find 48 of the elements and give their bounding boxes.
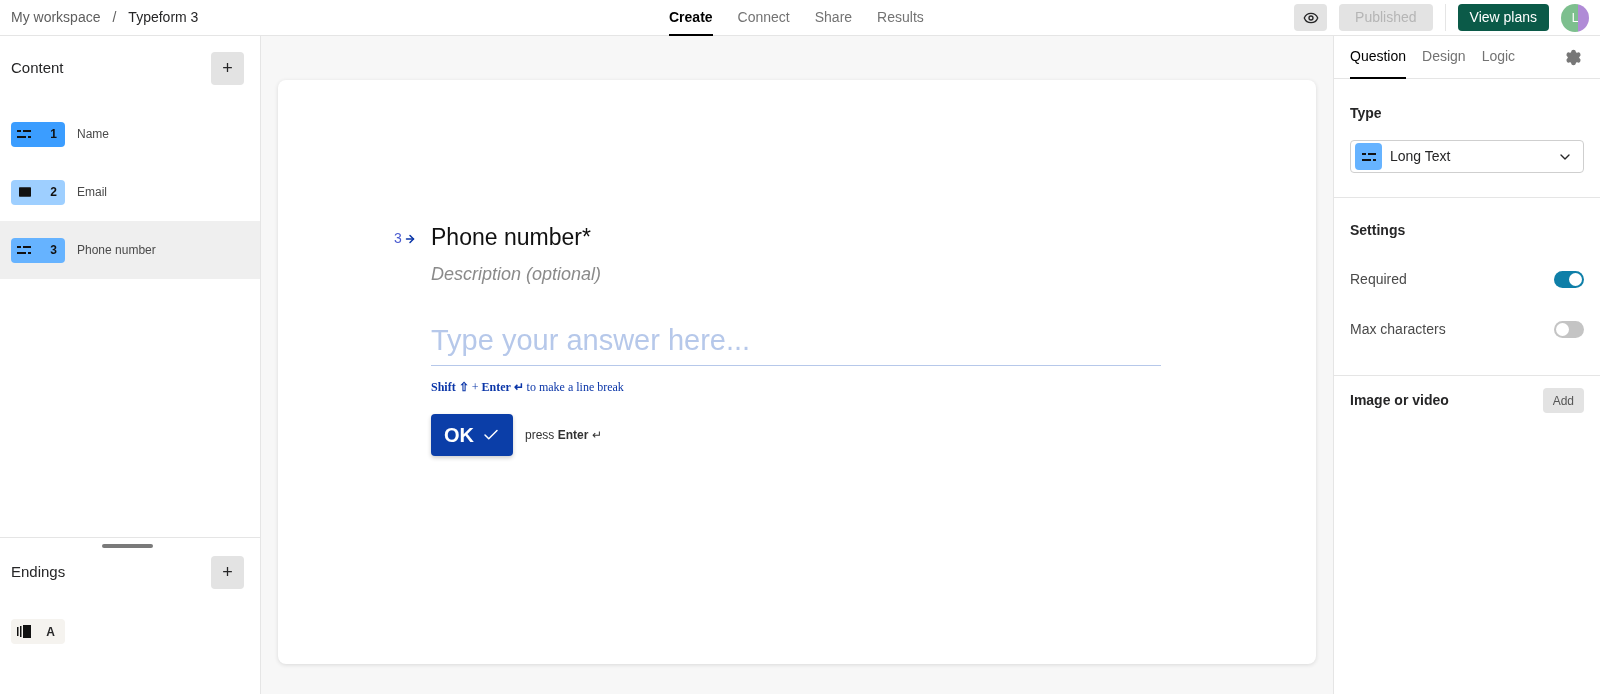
nav-tab[interactable]: Results bbox=[877, 0, 924, 36]
breadcrumb-link[interactable]: My workspace bbox=[11, 7, 101, 28]
long-text-icon bbox=[17, 245, 31, 255]
add-ending-button[interactable]: + bbox=[211, 556, 244, 589]
line-break-hint: Shift ⇧ + Enter ↵ to make a line break bbox=[431, 378, 625, 396]
setting-label: Max characters bbox=[1350, 319, 1446, 339]
long-text-icon bbox=[17, 129, 31, 139]
settings-icon bbox=[1565, 48, 1582, 66]
view-plans-button[interactable]: View plans bbox=[1457, 4, 1549, 31]
question-list-item[interactable]: 2 Email bbox=[0, 163, 260, 221]
section-title: Endings bbox=[11, 562, 66, 583]
ok-button[interactable]: OK bbox=[431, 413, 513, 456]
section-title: Content bbox=[11, 58, 64, 79]
ending-item[interactable]: A bbox=[11, 619, 65, 644]
panel-section-title: Type bbox=[1350, 104, 1383, 123]
type-dropdown[interactable]: Long Text bbox=[1350, 140, 1584, 173]
panel-tab[interactable]: Logic bbox=[1481, 35, 1516, 79]
setting-label: Required bbox=[1350, 269, 1407, 289]
panel-tab[interactable]: Question bbox=[1350, 35, 1407, 79]
answer-field[interactable]: Type your answer here... bbox=[431, 315, 1161, 366]
breadcrumb-separator: / bbox=[112, 8, 117, 27]
toggle-switch[interactable] bbox=[1554, 320, 1584, 338]
nav-tab[interactable]: Share bbox=[814, 0, 853, 36]
resize-handle[interactable] bbox=[102, 544, 153, 548]
question-label: Email bbox=[77, 184, 107, 201]
panel-section-title: Settings bbox=[1350, 221, 1407, 240]
question-badge: 2 bbox=[11, 179, 65, 205]
question-badge: 1 bbox=[11, 121, 65, 147]
press-enter-hint: press Enter ↵ bbox=[525, 426, 602, 444]
question-badge: 3 bbox=[11, 237, 65, 263]
toggle-switch[interactable] bbox=[1554, 270, 1584, 288]
question-title[interactable]: Phone number* bbox=[431, 220, 1161, 255]
long-text-icon bbox=[1361, 151, 1376, 162]
question-label: Phone number bbox=[77, 242, 156, 259]
question-list-item[interactable]: 3 Phone number bbox=[0, 221, 260, 279]
arrow-icon bbox=[403, 232, 416, 245]
add-question-button[interactable]: + bbox=[211, 52, 244, 85]
preview-button[interactable] bbox=[1294, 4, 1328, 31]
question-list-item[interactable]: 1 Name bbox=[0, 105, 260, 163]
question-label: Name bbox=[77, 126, 109, 143]
panel-section-title: Image or video bbox=[1350, 391, 1449, 410]
nav-tab[interactable]: Connect bbox=[737, 0, 790, 36]
question-number: 3 bbox=[394, 229, 402, 248]
ending-icon bbox=[17, 625, 32, 638]
panel-tab[interactable]: Design bbox=[1422, 35, 1466, 79]
question-description[interactable]: Description (optional) bbox=[431, 260, 1161, 288]
add-media-button[interactable]: Add bbox=[1542, 388, 1584, 413]
form-title: Typeform 3 bbox=[128, 8, 199, 27]
